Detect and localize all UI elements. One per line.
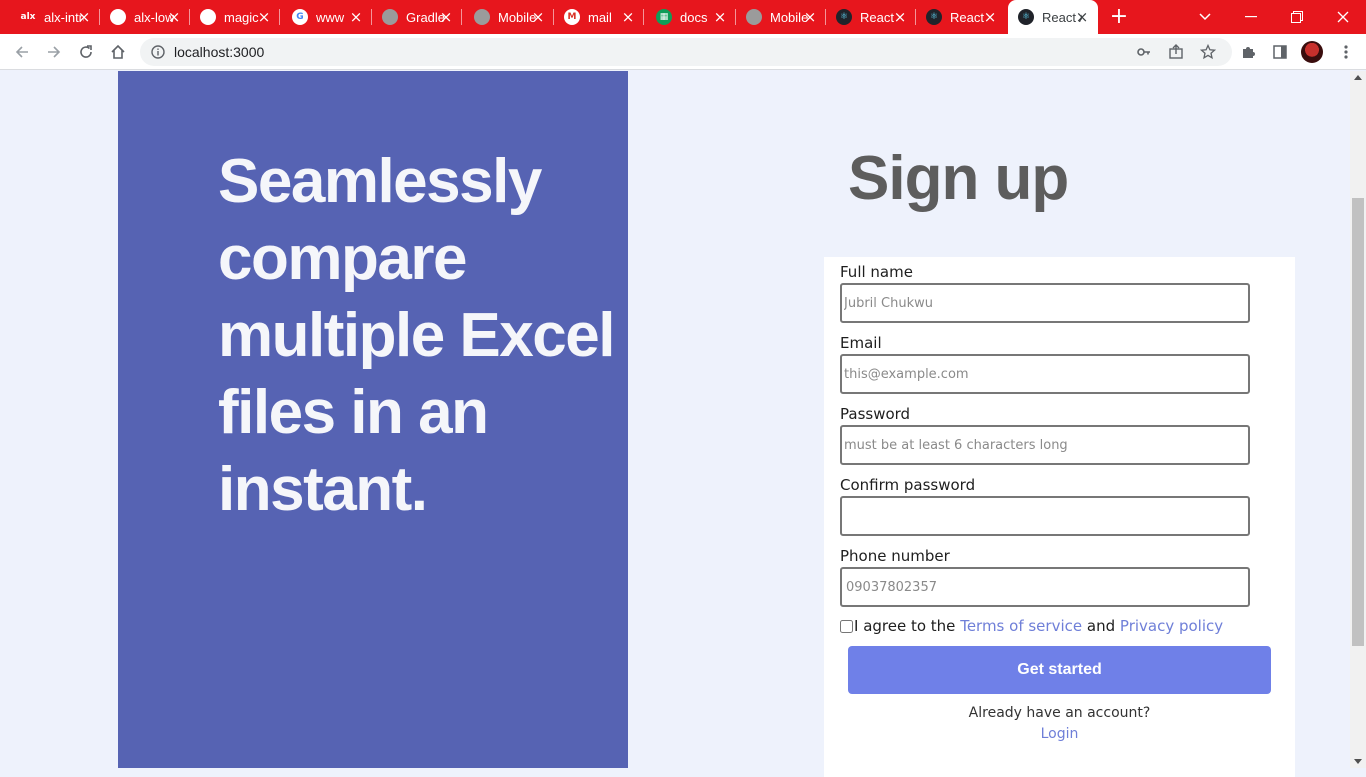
key-icon[interactable] xyxy=(1132,40,1156,64)
signup-title: Sign up xyxy=(848,144,1069,213)
tab-separator xyxy=(279,9,280,25)
full-name-label: Full name xyxy=(840,263,913,281)
react-icon: ⚛ xyxy=(926,9,942,25)
get-started-button[interactable]: Get started xyxy=(848,646,1271,694)
restore-window-button[interactable] xyxy=(1274,0,1320,34)
react-icon: ⚛ xyxy=(1018,9,1034,25)
alx-logo-icon: alx xyxy=(20,9,36,25)
globe-icon xyxy=(474,9,490,25)
password-label: Password xyxy=(840,405,911,423)
terms-of-service-link[interactable]: Terms of service xyxy=(960,617,1082,635)
browser-tab[interactable]: Gwww × xyxy=(282,0,372,34)
scrollbar-thumb[interactable] xyxy=(1352,198,1364,646)
close-tab-icon[interactable]: × xyxy=(256,9,272,25)
close-tab-icon[interactable]: × xyxy=(712,9,728,25)
page-scrollbar[interactable] xyxy=(1350,71,1366,768)
scroll-down-arrow-icon[interactable] xyxy=(1354,759,1362,764)
home-icon[interactable] xyxy=(106,40,130,64)
close-tab-icon[interactable]: × xyxy=(982,9,998,25)
terms-checkbox[interactable] xyxy=(840,619,853,633)
google-icon: G xyxy=(292,9,308,25)
tab-search-icon[interactable] xyxy=(1182,0,1228,34)
close-tab-icon[interactable]: × xyxy=(892,9,908,25)
close-tab-icon[interactable]: × xyxy=(348,9,364,25)
browser-tab[interactable]: Mobile × xyxy=(736,0,826,34)
agree-and-text: and xyxy=(1086,617,1116,635)
github-icon xyxy=(200,9,216,25)
browser-tab[interactable]: ⚛ React × xyxy=(916,0,1006,34)
bookmark-star-icon[interactable] xyxy=(1196,40,1220,64)
tab-separator xyxy=(643,9,644,25)
globe-icon xyxy=(382,9,398,25)
close-tab-icon[interactable]: × xyxy=(438,9,454,25)
terms-agreement: I agree to the Terms of service and Priv… xyxy=(840,617,1223,635)
email-label: Email xyxy=(840,334,882,352)
browser-tab[interactable]: magic × xyxy=(190,0,280,34)
phone-number-label: Phone number xyxy=(840,547,950,565)
close-tab-icon[interactable]: × xyxy=(166,9,182,25)
browser-tab[interactable]: alx-low × xyxy=(100,0,190,34)
tab-separator xyxy=(461,9,462,25)
share-icon[interactable] xyxy=(1164,40,1188,64)
url-text[interactable]: localhost:3000 xyxy=(174,44,264,60)
close-tab-icon[interactable]: × xyxy=(802,9,818,25)
extensions-puzzle-icon[interactable] xyxy=(1236,40,1260,64)
browser-tab-strip: alxalx-intranet×alx-low×magic×Gwww×Gradl… xyxy=(0,0,1366,34)
profile-avatar[interactable] xyxy=(1301,41,1323,63)
reload-icon[interactable] xyxy=(74,40,98,64)
minimize-window-button[interactable] xyxy=(1228,0,1274,34)
already-have-account-text: Already have an account? xyxy=(968,705,1151,721)
sheets-icon: ▦ xyxy=(656,9,672,25)
site-info-icon[interactable] xyxy=(150,44,166,60)
page-viewport: Seamlessly compare multiple Excel files … xyxy=(0,71,1366,777)
signup-form: Full name Email Password Confirm passwor… xyxy=(824,257,1295,777)
browser-toolbar: localhost:3000 xyxy=(0,34,1366,70)
close-tab-icon[interactable]: × xyxy=(620,9,636,25)
browser-tab[interactable]: ⚛ React × xyxy=(826,0,916,34)
agree-prefix-text: I agree to the xyxy=(854,617,956,635)
forward-arrow-icon[interactable] xyxy=(42,40,66,64)
browser-tab[interactable]: Gradle × xyxy=(372,0,462,34)
close-tab-icon[interactable]: × xyxy=(76,9,92,25)
browser-tab[interactable]: ▦ docs × xyxy=(646,0,736,34)
hero-panel: Seamlessly compare multiple Excel files … xyxy=(118,71,628,768)
browser-tab[interactable]: Mmail × xyxy=(554,0,644,34)
github-icon xyxy=(110,9,126,25)
new-tab-button[interactable]: + xyxy=(1108,6,1130,28)
privacy-policy-link[interactable]: Privacy policy xyxy=(1120,617,1223,635)
scroll-up-arrow-icon[interactable] xyxy=(1354,75,1362,80)
browser-tab[interactable]: alxalx-intranet× xyxy=(10,0,100,34)
close-window-button[interactable] xyxy=(1320,0,1366,34)
login-link[interactable]: Login xyxy=(824,726,1295,742)
react-icon: ⚛ xyxy=(836,9,852,25)
side-panel-icon[interactable] xyxy=(1268,40,1292,64)
address-bar[interactable]: localhost:3000 xyxy=(140,38,1232,66)
confirm-password-input[interactable] xyxy=(840,496,1250,536)
phone-number-input[interactable] xyxy=(840,567,1250,607)
browser-tab[interactable]: ⚛React App× xyxy=(1008,0,1098,34)
menu-kebab-icon[interactable] xyxy=(1334,40,1358,64)
email-input[interactable] xyxy=(840,354,1250,394)
back-arrow-icon[interactable] xyxy=(10,40,34,64)
globe-icon xyxy=(746,9,762,25)
close-tab-icon[interactable]: × xyxy=(530,9,546,25)
close-tab-icon[interactable]: × xyxy=(1074,9,1090,25)
hero-headline: Seamlessly compare multiple Excel files … xyxy=(218,147,615,524)
browser-tab[interactable]: Mobile × xyxy=(464,0,554,34)
gmail-icon: M xyxy=(564,9,580,25)
confirm-password-label: Confirm password xyxy=(840,476,976,494)
full-name-input[interactable] xyxy=(840,283,1250,323)
password-input[interactable] xyxy=(840,425,1250,465)
